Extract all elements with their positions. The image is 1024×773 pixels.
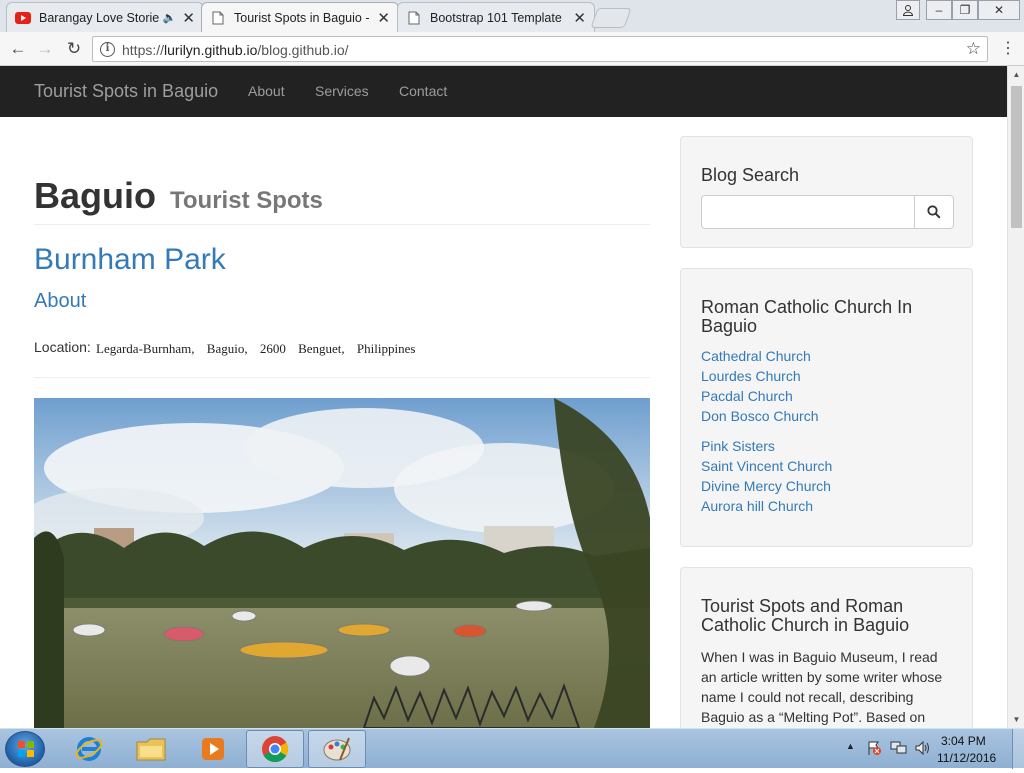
close-tab-icon[interactable]: ✕ xyxy=(182,9,195,27)
chrome-icon[interactable] xyxy=(246,730,304,768)
search-button[interactable] xyxy=(914,195,954,229)
volume-icon[interactable] xyxy=(914,740,932,756)
info-icon[interactable]: i xyxy=(100,42,115,57)
tab-label: Bootstrap 101 Template xyxy=(430,10,562,25)
internet-explorer-icon[interactable] xyxy=(60,730,118,768)
user-profile-icon[interactable] xyxy=(896,0,920,20)
browser-tab-strip: Barangay Love Stories 🔈 ✕ Tourist Spots … xyxy=(0,0,1024,32)
url-text[interactable]: https://lurilyn.github.io/blog.github.io… xyxy=(122,42,349,58)
tab-label: Barangay Love Stories xyxy=(39,10,159,25)
nav-contact[interactable]: Contact xyxy=(399,83,447,99)
page-icon xyxy=(210,10,226,26)
site-brand[interactable]: Tourist Spots in Baguio xyxy=(34,81,218,102)
church-link[interactable]: Divine Mercy Church xyxy=(701,478,831,494)
show-desktop-button[interactable] xyxy=(1012,729,1024,769)
churches-panel: Roman Catholic Church In Baguio Cathedra… xyxy=(680,268,973,547)
reload-icon[interactable]: ↻ xyxy=(62,37,86,61)
location-value: Legarda-Burnham, Baguio, 2600 Benguet, P… xyxy=(96,341,416,356)
churches-title: Roman Catholic Church In Baguio xyxy=(701,297,913,336)
tab-bootstrap-template[interactable]: Bootstrap 101 Template ✕ xyxy=(397,2,595,32)
church-link[interactable]: Saint Vincent Church xyxy=(701,458,832,474)
scroll-thumb[interactable] xyxy=(1011,86,1022,228)
search-input[interactable] xyxy=(701,195,915,229)
page-icon xyxy=(406,10,422,26)
windows-taskbar: ▲ 3:04 PM 11/12/2016 xyxy=(0,728,1024,769)
browser-toolbar: ← → ↻ i https://lurilyn.github.io/blog.g… xyxy=(0,32,1024,66)
burnham-park-photo xyxy=(34,398,650,728)
blog-post-title: Tourist Spots and Roman Catholic Church … xyxy=(701,596,910,635)
divider xyxy=(34,224,650,225)
windows-logo-icon xyxy=(18,741,34,757)
nav-services[interactable]: Services xyxy=(315,83,369,99)
action-center-flag-icon[interactable] xyxy=(866,740,882,756)
clock-time[interactable]: 3:04 PM xyxy=(941,734,986,748)
page-heading: Baguio Tourist Spots xyxy=(34,175,323,216)
show-hidden-icons-icon[interactable]: ▲ xyxy=(846,741,855,751)
system-tray: ▲ 3:04 PM 11/12/2016 xyxy=(840,729,1024,769)
post-subtitle[interactable]: About xyxy=(34,290,86,313)
network-icon[interactable] xyxy=(890,740,908,756)
browser-menu-icon[interactable]: ⋮ xyxy=(1000,40,1016,60)
back-arrow-icon[interactable]: ← xyxy=(6,37,30,61)
church-link[interactable]: Pink Sisters xyxy=(701,438,775,454)
paint-icon[interactable] xyxy=(308,730,366,768)
media-player-icon[interactable] xyxy=(184,730,242,768)
blog-post-excerpt: When I was in Baguio Museum, I read an a… xyxy=(701,649,943,725)
close-tab-icon[interactable]: ✕ xyxy=(573,9,586,27)
youtube-icon xyxy=(15,10,31,26)
tab-tourist-spots[interactable]: Tourist Spots in Baguio - ✕ xyxy=(201,2,399,32)
blog-post-panel: Tourist Spots and Roman Catholic Church … xyxy=(680,567,973,728)
file-explorer-icon[interactable] xyxy=(122,730,180,768)
forward-arrow-icon[interactable]: → xyxy=(33,37,57,61)
location-label: Location: xyxy=(34,339,91,355)
scroll-down-icon[interactable]: ▼ xyxy=(1008,711,1024,728)
divider xyxy=(34,377,650,378)
tab-barangay-love-stories[interactable]: Barangay Love Stories 🔈 ✕ xyxy=(6,2,204,32)
address-bar[interactable]: i https://lurilyn.github.io/blog.github.… xyxy=(92,36,988,62)
page-heading-small: Tourist Spots xyxy=(170,187,323,214)
restore-button[interactable]: ❐ xyxy=(952,0,978,20)
church-link[interactable]: Pacdal Church xyxy=(701,388,793,404)
blog-search-title: Blog Search xyxy=(701,165,800,185)
church-link[interactable]: Aurora hill Church xyxy=(701,498,813,514)
bookmark-star-icon[interactable]: ☆ xyxy=(966,39,981,59)
clock-date[interactable]: 11/12/2016 xyxy=(937,751,996,765)
search-box xyxy=(701,195,954,229)
minimize-button[interactable]: – xyxy=(926,0,952,20)
church-link[interactable]: Cathedral Church xyxy=(701,348,811,364)
page-viewport: Tourist Spots in Baguio About Services C… xyxy=(0,66,1007,728)
church-link[interactable]: Don Bosco Church xyxy=(701,408,819,424)
new-tab-button[interactable] xyxy=(590,8,632,28)
window-close-button[interactable]: ✕ xyxy=(978,0,1020,20)
nav-about[interactable]: About xyxy=(248,83,285,99)
speaker-icon[interactable]: 🔈 xyxy=(163,11,177,24)
blog-search-panel: Blog Search xyxy=(680,136,973,248)
post-title[interactable]: Burnham Park xyxy=(34,243,226,277)
scroll-up-icon[interactable]: ▲ xyxy=(1008,66,1024,83)
site-navbar: Tourist Spots in Baguio About Services C… xyxy=(0,66,1007,117)
church-link[interactable]: Lourdes Church xyxy=(701,368,801,384)
tab-label: Tourist Spots in Baguio - xyxy=(234,10,370,25)
start-button[interactable] xyxy=(5,731,45,767)
search-icon xyxy=(927,205,941,219)
close-tab-icon[interactable]: ✕ xyxy=(377,9,390,27)
page-scrollbar[interactable]: ▲ ▼ xyxy=(1007,66,1024,728)
